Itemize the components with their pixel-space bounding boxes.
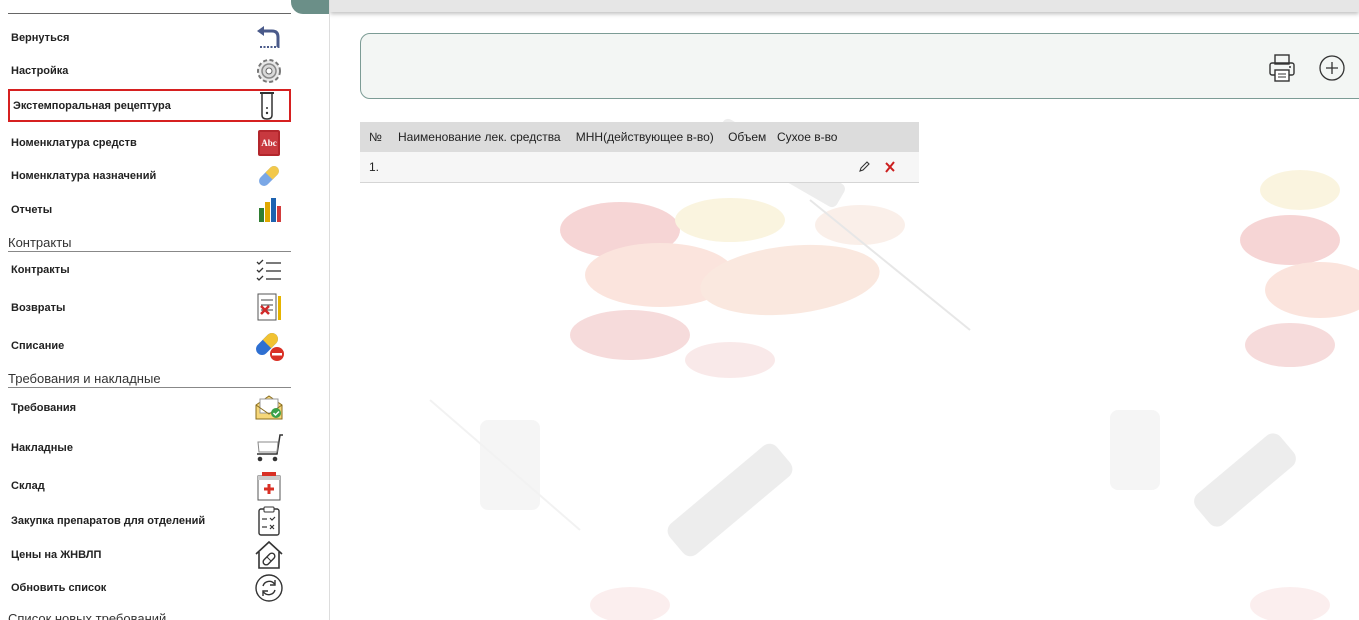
sidebar-item-refresh-list[interactable]: Обновить список — [8, 573, 291, 603]
sidebar-item-settings[interactable]: Настройка — [8, 56, 291, 86]
row-actions — [840, 152, 919, 183]
section-header-new-requests: Список новых требований — [8, 611, 167, 620]
sidebar-item-contracts[interactable]: Контракты — [8, 255, 291, 285]
sidebar-item-invoices[interactable]: Накладные — [8, 433, 291, 463]
dictionary-book-icon: Abc — [251, 127, 287, 159]
house-pill-icon — [251, 539, 287, 571]
bar-chart-icon — [251, 194, 287, 226]
sidebar: Вернуться Настройка Экстемпоральная реце… — [0, 0, 330, 620]
edit-pencil-icon[interactable] — [857, 160, 871, 174]
row-inn — [566, 152, 720, 183]
svg-text:Abc: Abc — [261, 138, 277, 148]
sidebar-item-label: Списание — [11, 340, 65, 352]
sidebar-item-label: Настройка — [11, 65, 69, 77]
section-header-requests-invoices: Требования и накладные — [8, 370, 291, 388]
sidebar-item-extemporal-recipe[interactable]: Экстемпоральная рецептура — [8, 89, 291, 122]
section-header-contracts: Контракты — [8, 234, 291, 252]
row-number: 1. — [360, 152, 389, 183]
pill-remove-icon — [251, 330, 287, 362]
sidebar-item-label: Контракты — [11, 264, 70, 276]
recipe-table: № Наименование лек. средства МНН(действу… — [360, 122, 919, 183]
sidebar-divider — [8, 13, 291, 14]
column-header-inn[interactable]: МНН(действующее в-во) — [566, 122, 720, 152]
envelope-request-icon — [251, 392, 287, 424]
back-arrow-icon — [251, 22, 287, 54]
row-dry-substance — [767, 152, 840, 183]
column-header-actions — [840, 122, 919, 152]
cart-icon — [251, 432, 287, 464]
sidebar-item-label: Номенклатура средств — [11, 137, 137, 149]
sidebar-item-back[interactable]: Вернуться — [8, 23, 291, 53]
sidebar-item-nomenclature-prescriptions[interactable]: Номенклатура назначений — [8, 161, 291, 191]
checklist-icon — [251, 254, 287, 286]
medical-box-icon — [251, 470, 287, 502]
table-header-row: № Наименование лек. средства МНН(действу… — [360, 122, 919, 152]
pill-capsule-icon — [251, 160, 287, 192]
top-bar — [330, 0, 1359, 12]
sidebar-item-warehouse[interactable]: Склад — [8, 471, 291, 501]
sidebar-item-label: Возвраты — [11, 302, 66, 314]
return-document-icon — [251, 292, 287, 324]
row-volume — [719, 152, 768, 183]
column-header-drug-name[interactable]: Наименование лек. средства — [389, 122, 567, 152]
column-header-dry-substance[interactable]: Сухое в-во — [767, 122, 840, 152]
row-drug-name — [389, 152, 567, 183]
printer-icon[interactable] — [1265, 51, 1299, 85]
sidebar-item-label: Склад — [11, 480, 45, 492]
sidebar-item-label: Номенклатура назначений — [11, 170, 157, 182]
gear-icon — [251, 55, 287, 87]
column-header-number[interactable]: № — [360, 122, 389, 152]
delete-x-icon[interactable] — [883, 160, 897, 174]
sidebar-item-label: Закупка препаратов для отделений — [11, 515, 206, 527]
sidebar-item-purchase-drugs[interactable]: Закупка препаратов для отделений — [8, 506, 291, 536]
clipboard-check-icon — [251, 505, 287, 537]
test-tube-icon — [249, 90, 285, 122]
table-row[interactable]: 1. — [360, 152, 919, 183]
sidebar-item-label: Требования — [11, 402, 77, 414]
sidebar-item-reports[interactable]: Отчеты — [8, 195, 291, 225]
sidebar-item-nomenclature-means[interactable]: Номенклатура средств Abc — [8, 128, 291, 158]
add-circle-icon[interactable] — [1315, 51, 1349, 85]
sidebar-item-label: Цены на ЖНВЛП — [11, 549, 102, 561]
sidebar-item-returns[interactable]: Возвраты — [8, 293, 291, 323]
sidebar-item-writeoff[interactable]: Списание — [8, 331, 291, 361]
column-header-volume[interactable]: Объем — [719, 122, 768, 152]
sidebar-item-label: Накладные — [11, 442, 73, 454]
sidebar-item-vital-drugs-prices[interactable]: Цены на ЖНВЛП — [8, 540, 291, 570]
toolbar-panel — [360, 33, 1359, 99]
sidebar-collapse-tab[interactable] — [291, 0, 329, 14]
sidebar-item-label: Экстемпоральная рецептура — [13, 99, 171, 112]
sidebar-item-label: Вернуться — [11, 32, 70, 44]
sidebar-item-requests[interactable]: Требования — [8, 393, 291, 423]
refresh-icon — [251, 572, 287, 604]
sidebar-item-label: Обновить список — [11, 582, 107, 594]
main-content: № Наименование лек. средства МНН(действу… — [330, 0, 1359, 620]
sidebar-item-label: Отчеты — [11, 204, 53, 216]
